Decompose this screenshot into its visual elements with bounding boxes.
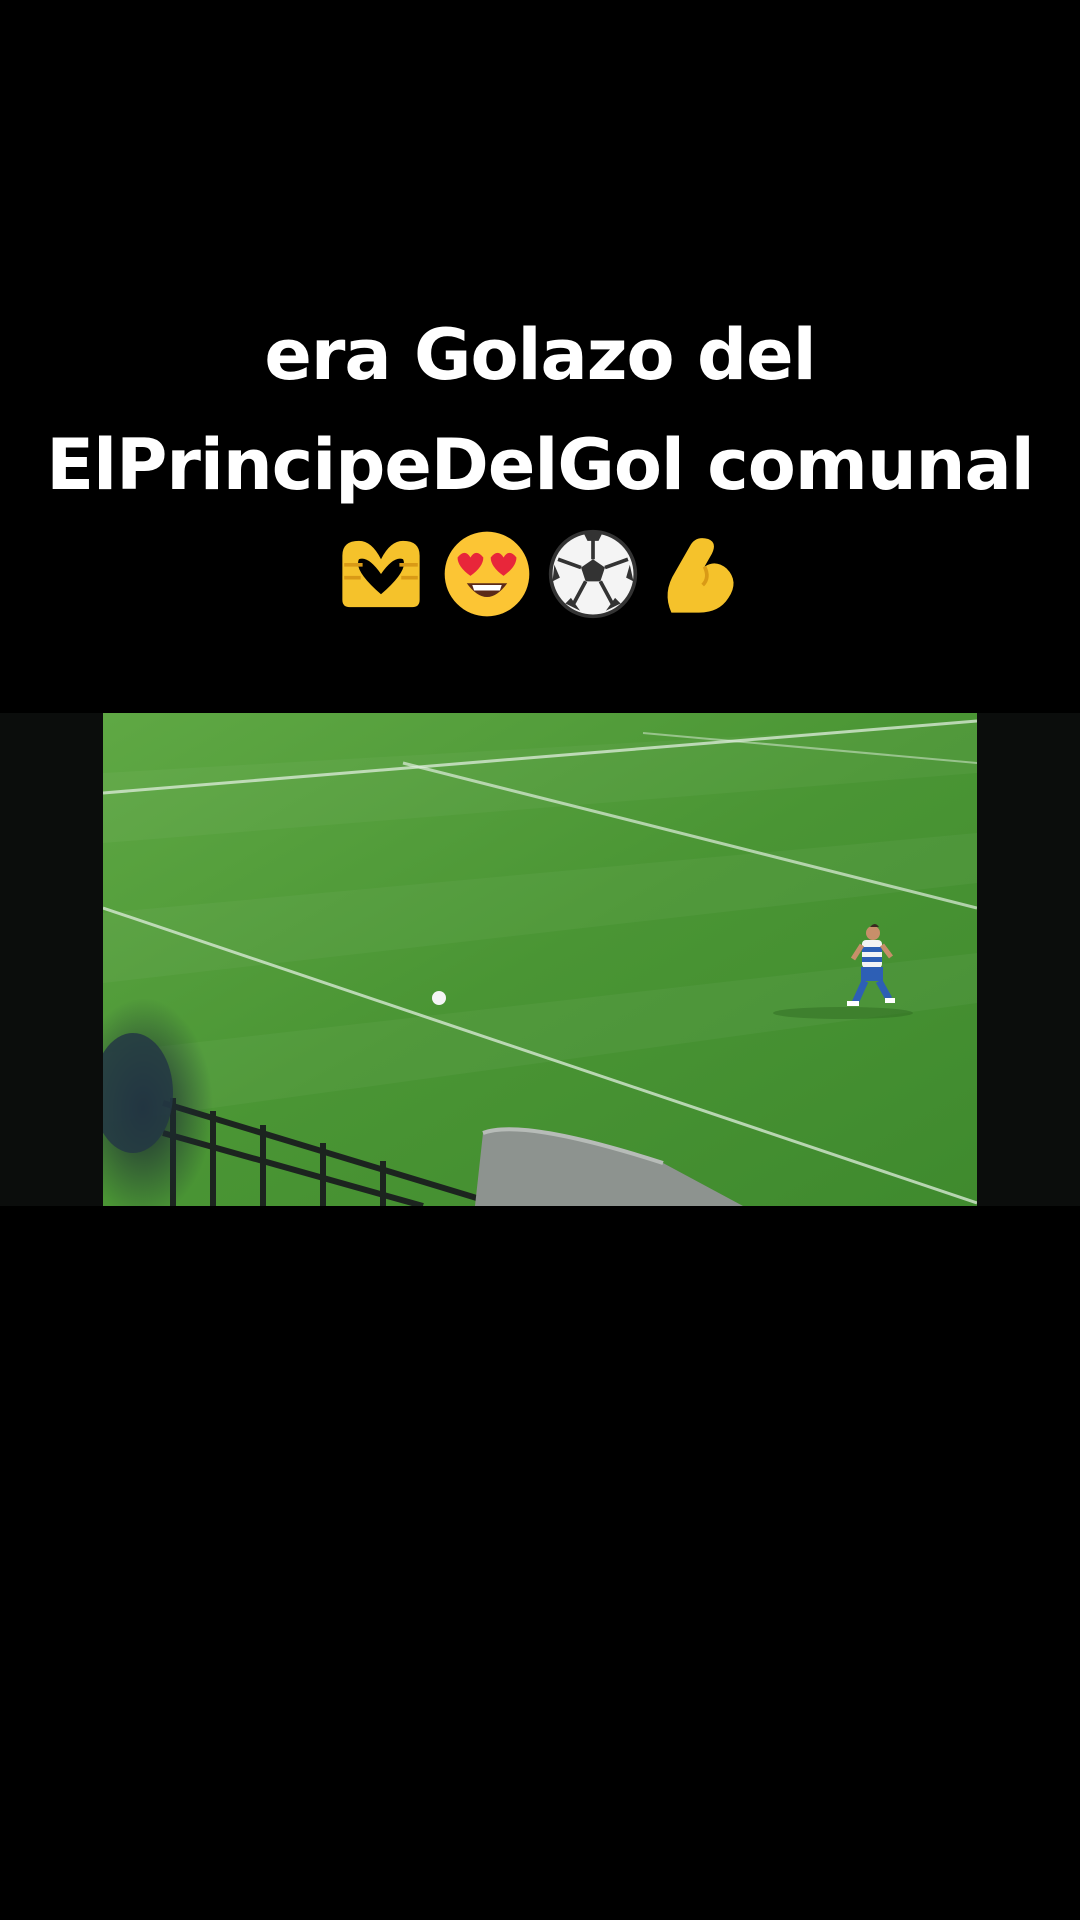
heart-hands-icon [342,540,420,608]
video-caption: era Golazo del ElPrincipeDelGol comunal [0,300,1080,620]
caption-line-2: ElPrincipeDelGol comunal [46,424,1034,506]
video-still-football-pitch [103,713,977,1206]
flexed-biceps-icon [667,538,734,613]
caption-emoji-row [0,528,1080,620]
video-frame[interactable] [0,713,1080,1206]
soccer-ball-icon [548,529,638,619]
caption-line-1: era Golazo del [264,314,816,396]
heart-eyes-icon [444,531,530,617]
